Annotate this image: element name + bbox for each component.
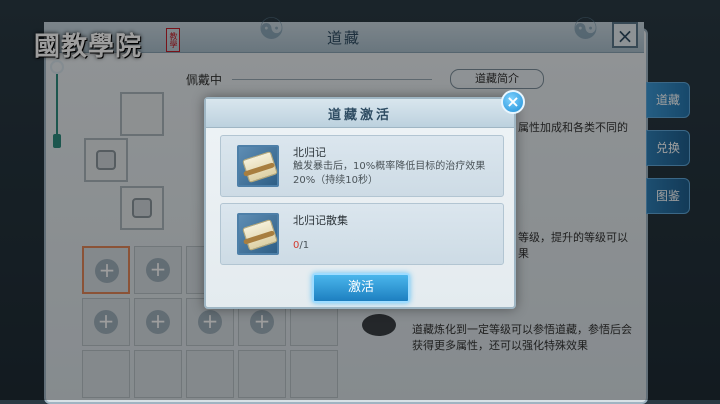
activate-button[interactable]: 激活 <box>312 273 410 303</box>
material-required: /1 <box>299 240 310 251</box>
material-card: 北归记散集 0/1 <box>220 203 504 265</box>
activate-dialog: 道藏激活 北归记 触发暴击后，10%概率降低目标的治疗效果20%（持续10秒） … <box>204 97 516 309</box>
scroll-icon[interactable] <box>237 213 279 255</box>
item-card: 北归记 触发暴击后，10%概率降低目标的治疗效果20%（持续10秒） <box>220 135 504 197</box>
item-name: 北归记 <box>293 146 326 159</box>
dialog-title: 道藏激活 <box>327 108 392 123</box>
scroll-icon[interactable] <box>237 145 279 187</box>
material-name: 北归记散集 <box>293 214 348 227</box>
dialog-close-button[interactable]: × <box>501 90 525 114</box>
material-count: 0/1 <box>293 240 309 251</box>
item-description: 触发暴击后，10%概率降低目标的治疗效果20%（持续10秒） <box>293 161 486 186</box>
dialog-header: 道藏激活 <box>206 99 514 128</box>
